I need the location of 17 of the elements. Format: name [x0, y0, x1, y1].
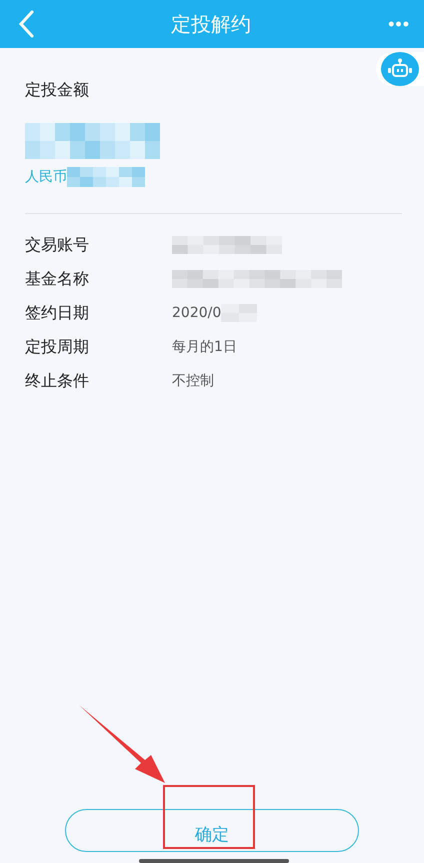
- assistant-button[interactable]: [376, 52, 424, 86]
- field-label: 签约日期: [25, 302, 90, 324]
- currency-label: 人民币: [25, 168, 67, 186]
- field-value: 每月的1日: [172, 338, 237, 356]
- field-label: 终止条件: [25, 370, 90, 392]
- field-value: 不控制: [172, 372, 214, 390]
- field-value: 2020/0: [172, 305, 222, 321]
- page-title: 定投解约: [171, 10, 252, 38]
- field-label: 定投周期: [25, 336, 90, 358]
- back-button[interactable]: [18, 10, 34, 38]
- amount-label: 定投金额: [25, 80, 90, 101]
- field-label: 交易账号: [25, 234, 90, 256]
- more-button[interactable]: •••: [388, 14, 410, 34]
- back-icon: [18, 10, 34, 38]
- robot-icon: [381, 52, 419, 86]
- confirm-button[interactable]: 确定: [65, 809, 359, 852]
- field-label: 基金名称: [25, 268, 90, 290]
